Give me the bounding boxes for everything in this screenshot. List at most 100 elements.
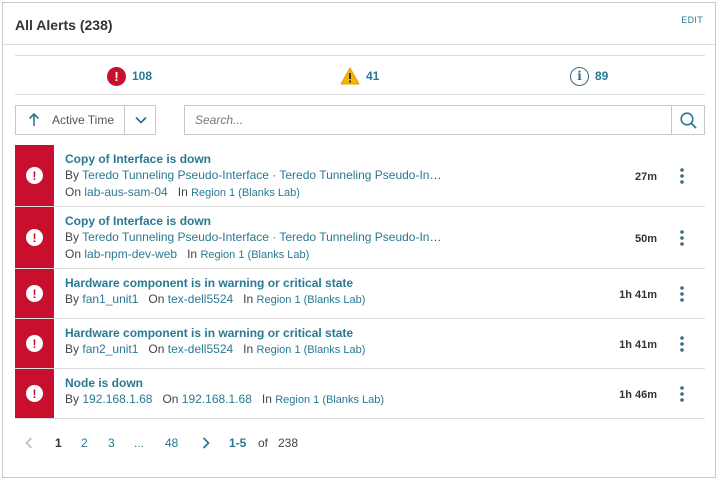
page-ellipsis[interactable]: ...: [134, 436, 144, 450]
alert-body: Hardware component is in warning or crit…: [65, 275, 585, 309]
page-3[interactable]: 3: [108, 436, 115, 450]
alert-meta-line: By fan1_unit1 On tex-dell5524 In Region 1 …: [65, 291, 585, 309]
alert-title-link[interactable]: Copy of Interface is down: [65, 151, 585, 167]
by-label: By: [65, 392, 80, 406]
search-icon: [679, 111, 697, 129]
info-filter[interactable]: i 89: [570, 65, 608, 87]
page-of-label: of: [258, 436, 269, 450]
alert-body: Hardware component is in warning or crit…: [65, 325, 585, 359]
widget-header: All Alerts (238) EDIT: [3, 3, 715, 45]
severity-bar: !: [15, 319, 54, 368]
on-label: On: [65, 247, 82, 261]
alert-by-link[interactable]: 192.168.1.68: [82, 392, 152, 406]
critical-icon: !: [26, 285, 43, 302]
by-label: By: [65, 230, 80, 244]
on-label: On: [162, 392, 179, 406]
widget-title: All Alerts (238): [15, 17, 113, 33]
in-label: In: [261, 392, 272, 406]
severity-bar: !: [15, 369, 54, 418]
chevron-right-icon[interactable]: [202, 437, 210, 449]
all-alerts-widget: All Alerts (238) EDIT ! 108 41 i 89 Acti…: [2, 2, 716, 478]
sort-direction-button[interactable]: Active Time: [16, 106, 125, 134]
critical-count: 108: [132, 69, 153, 83]
alert-title-link[interactable]: Copy of Interface is down: [65, 213, 585, 229]
alert-time: 27m: [634, 171, 657, 183]
sort-label: Active Time: [52, 113, 115, 127]
warning-icon: [340, 67, 360, 85]
in-label: In: [187, 247, 198, 261]
alert-on-link[interactable]: lab-aus-sam-04: [84, 185, 167, 199]
alert-on-link[interactable]: tex-dell5524: [168, 342, 233, 356]
more-vertical-icon[interactable]: [677, 385, 687, 403]
alert-title-link[interactable]: Node is down: [65, 375, 585, 391]
alert-meta-line: By 192.168.1.68 On 192.168.1.68 In Region …: [65, 391, 585, 409]
alert-region-link[interactable]: Region 1 (Blanks Lab): [191, 187, 300, 199]
chevron-down-icon: [135, 116, 147, 124]
more-vertical-icon[interactable]: [677, 229, 687, 247]
sort-control: Active Time: [15, 105, 156, 135]
critical-icon: !: [26, 335, 43, 352]
critical-filter[interactable]: ! 108: [107, 65, 152, 87]
page-48[interactable]: 48: [165, 436, 178, 450]
alert-region-link[interactable]: Region 1 (Blanks Lab): [200, 249, 309, 261]
alert-on-link[interactable]: lab-npm-dev-web: [84, 247, 177, 261]
alert-by-link[interactable]: fan2_unit1: [82, 342, 138, 356]
search-button[interactable]: [671, 106, 704, 134]
sort-dropdown-button[interactable]: [126, 106, 156, 134]
severity-bar: !: [15, 207, 54, 268]
critical-icon: !: [26, 167, 43, 184]
alert-meta-line: By fan2_unit1 On tex-dell5524 In Region 1 …: [65, 341, 585, 359]
alert-by-link[interactable]: fan1_unit1: [82, 292, 138, 306]
alert-time: 1h 46m: [619, 389, 657, 401]
page-2[interactable]: 2: [81, 436, 88, 450]
by-label: By: [65, 342, 80, 356]
warning-count: 41: [366, 69, 380, 83]
pagination: 1 2 3 ... 48 1-5 of 238: [15, 433, 415, 455]
critical-icon: !: [107, 66, 126, 86]
chevron-left-icon[interactable]: [25, 437, 33, 449]
severity-bar: !: [15, 145, 54, 206]
alert-by-link[interactable]: Teredo Tunneling Pseudo-Interface · Tere…: [82, 168, 443, 182]
in-label: In: [243, 292, 254, 306]
in-label: In: [243, 342, 254, 356]
alert-on-link[interactable]: 192.168.1.68: [182, 392, 252, 406]
alert-row[interactable]: ! Copy of Interface is down By Teredo Tu…: [15, 207, 705, 269]
alert-on-link[interactable]: tex-dell5524: [168, 292, 233, 306]
alert-on-line: On lab-aus-sam-04 In Region 1 (Blanks Lab…: [65, 184, 585, 202]
alert-time: 50m: [634, 233, 657, 245]
alert-time: 1h 41m: [619, 339, 657, 351]
alert-row[interactable]: ! Hardware component is in warning or cr…: [15, 269, 705, 319]
on-label: On: [65, 185, 82, 199]
alert-body: Copy of Interface is down By Teredo Tunn…: [65, 151, 585, 202]
page-1[interactable]: 1: [55, 436, 62, 450]
info-count: 89: [595, 69, 609, 83]
alert-row[interactable]: ! Hardware component is in warning or cr…: [15, 319, 705, 369]
alert-on-line: On lab-npm-dev-web In Region 1 (Blanks La…: [65, 246, 585, 264]
alert-body: Copy of Interface is down By Teredo Tunn…: [65, 213, 585, 264]
alert-body: Node is down By 192.168.1.68 On 192.168.1…: [65, 375, 585, 409]
alert-region-link[interactable]: Region 1 (Blanks Lab): [257, 344, 366, 356]
on-label: On: [148, 292, 165, 306]
arrow-up-icon: [28, 113, 40, 126]
critical-icon: !: [26, 385, 43, 402]
alert-region-link[interactable]: Region 1 (Blanks Lab): [257, 294, 366, 306]
on-label: On: [148, 342, 165, 356]
alert-by-line: By Teredo Tunneling Pseudo-Interface · T…: [65, 229, 443, 246]
search-input[interactable]: [185, 106, 671, 134]
alert-title-link[interactable]: Hardware component is in warning or crit…: [65, 275, 585, 291]
page-total: 238: [278, 436, 299, 450]
alert-region-link[interactable]: Region 1 (Blanks Lab): [275, 394, 384, 406]
warning-filter[interactable]: 41: [340, 65, 379, 87]
alert-row[interactable]: ! Node is down By 192.168.1.68 On 192.168…: [15, 369, 705, 419]
severity-summary: ! 108 41 i 89: [15, 55, 705, 95]
alert-title-link[interactable]: Hardware component is in warning or crit…: [65, 325, 585, 341]
alert-by-line: By Teredo Tunneling Pseudo-Interface · T…: [65, 167, 443, 184]
more-vertical-icon[interactable]: [677, 167, 687, 185]
alert-row[interactable]: ! Copy of Interface is down By Teredo Tu…: [15, 145, 705, 207]
in-label: In: [177, 185, 188, 199]
more-vertical-icon[interactable]: [677, 335, 687, 353]
edit-link[interactable]: EDIT: [681, 15, 703, 25]
info-icon: i: [570, 66, 589, 86]
alert-by-link[interactable]: Teredo Tunneling Pseudo-Interface · Tere…: [82, 230, 443, 244]
more-vertical-icon[interactable]: [677, 285, 687, 303]
